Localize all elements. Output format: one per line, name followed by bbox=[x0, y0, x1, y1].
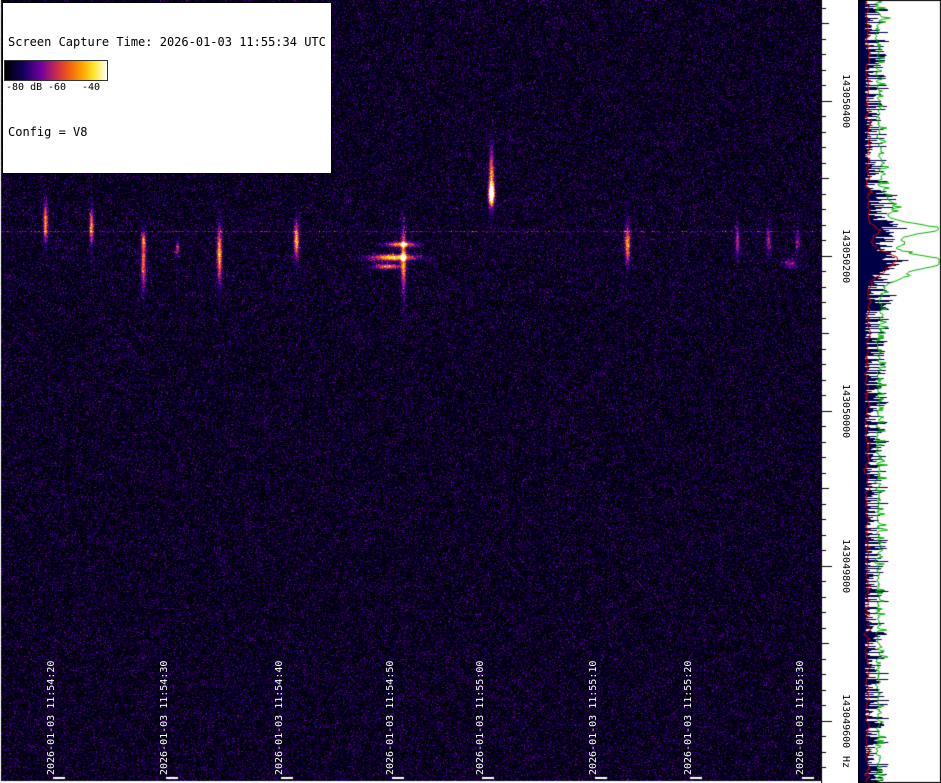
frequency-tick-label: 143049800 bbox=[840, 539, 851, 594]
legend-labels: -80 dB -60 -40 bbox=[4, 81, 108, 95]
capture-time-text: Screen Capture Time: 2026-01-03 11:55:34… bbox=[8, 35, 326, 49]
frequency-axis: Hz 143050400 143050200 143050000 143049800 1… bbox=[821, 0, 858, 783]
legend-label-min: -80 dB bbox=[6, 82, 43, 93]
db-color-legend: -80 dB -60 -40 bbox=[4, 60, 108, 95]
frequency-unit-label: Hz bbox=[840, 756, 851, 769]
spectrum-panel bbox=[858, 0, 941, 783]
frequency-tick-label: 143049600 bbox=[840, 694, 851, 749]
frequency-tick-label: 143050000 bbox=[840, 384, 851, 439]
color-gradient-bar bbox=[4, 60, 108, 81]
meteor-scatter-display: 2026-01-03 11:54:20 2026-01-03 11:54:30 20… bbox=[0, 0, 941, 783]
legend-label-max: -40 bbox=[82, 82, 101, 93]
frequency-tick-label: 143050400 bbox=[840, 74, 851, 129]
legend-label-mid: -60 bbox=[48, 82, 67, 93]
config-text: Config = V8 bbox=[8, 125, 88, 139]
frequency-tick-label: 143050200 bbox=[840, 229, 851, 284]
